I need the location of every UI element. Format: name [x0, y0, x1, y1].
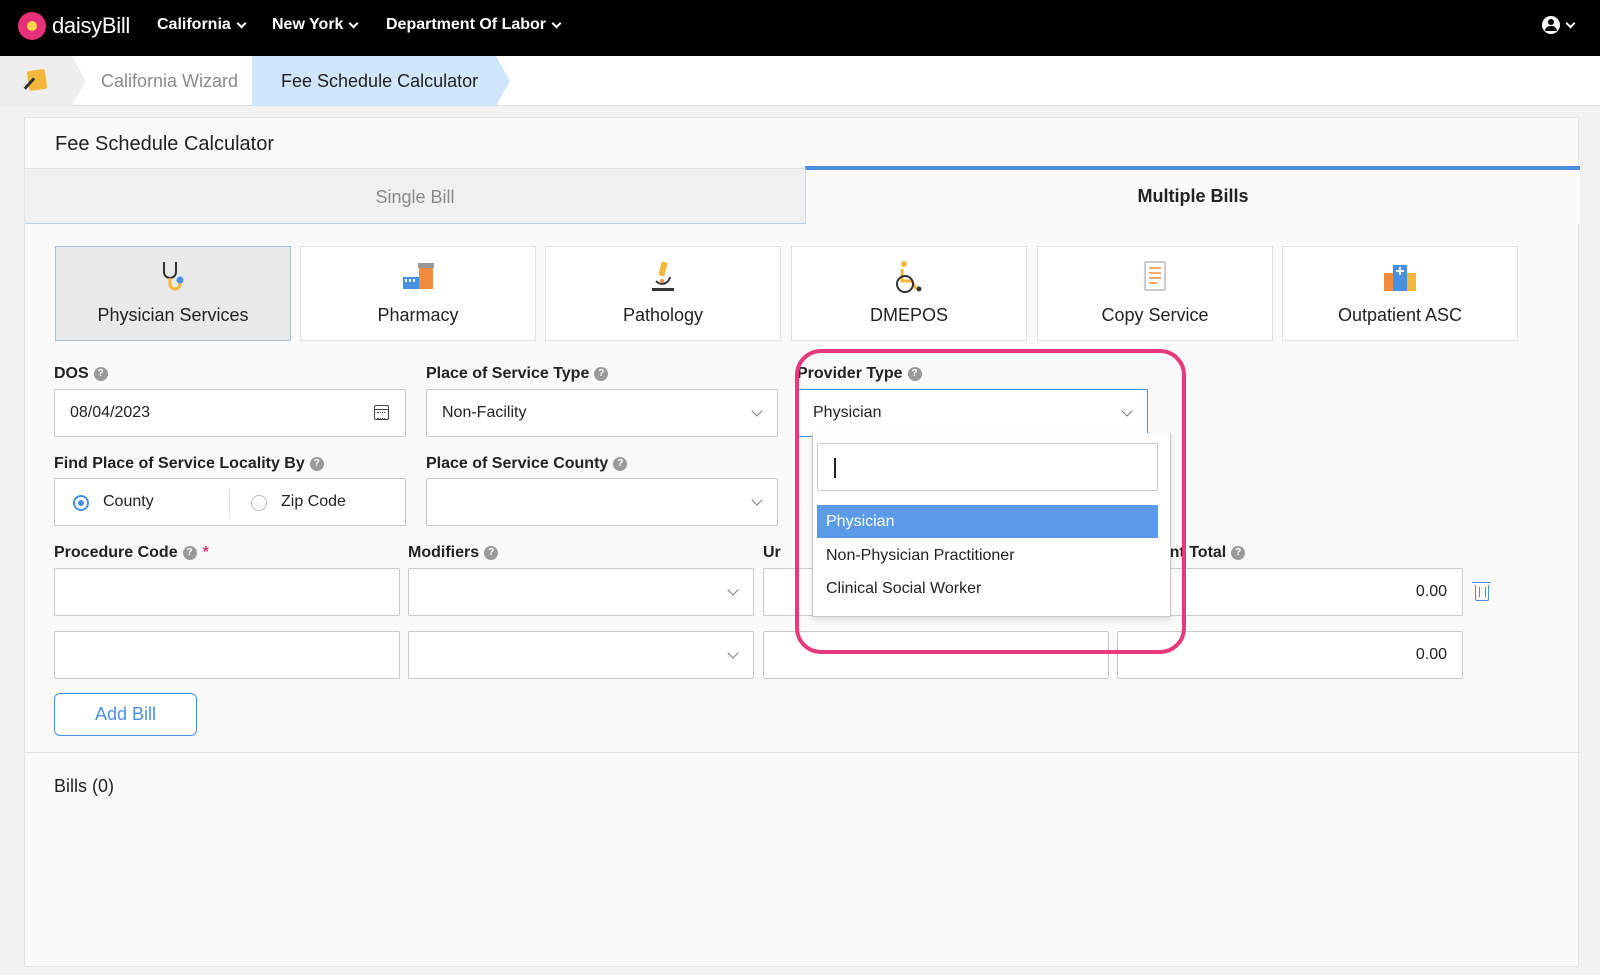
trash-icon[interactable]	[1472, 582, 1491, 601]
service-tile-label: Outpatient ASC	[1337, 305, 1463, 325]
procedure-code-label: Procedure Code? *	[54, 544, 209, 562]
brand-name: daisyBill	[52, 13, 130, 38]
highlight-ring	[795, 349, 1186, 654]
place-of-service-county-select[interactable]	[426, 478, 778, 526]
service-tile-dmepos[interactable]: DMEPOS	[791, 246, 1027, 341]
modifiers-label-text: Modifiers	[408, 544, 480, 561]
place-of-service-type-value: Non-Facility	[442, 404, 527, 421]
modifiers-select[interactable]	[408, 631, 754, 679]
service-tile-label: Copy Service	[1101, 305, 1209, 325]
radio-zip-code[interactable]	[251, 495, 267, 511]
chevron-down-icon	[751, 405, 763, 417]
radio-county[interactable]	[73, 495, 89, 511]
place-of-service-county-label-text: Place of Service County	[426, 455, 609, 472]
nav-menu-department-of-labor[interactable]: Department Of Labor	[386, 16, 562, 34]
wheelchair-icon	[896, 261, 922, 293]
calendar-icon[interactable]	[374, 405, 389, 420]
help-icon[interactable]: ?	[1231, 546, 1246, 560]
breadcrumb-separator	[72, 56, 86, 106]
help-icon[interactable]: ?	[93, 367, 108, 381]
page-title: Fee Schedule Calculator	[55, 133, 275, 155]
document-icon	[1144, 261, 1166, 291]
help-icon[interactable]: ?	[182, 546, 197, 560]
microscope-icon	[652, 261, 674, 291]
dos-label-text: DOS	[54, 365, 89, 382]
help-icon[interactable]: ?	[613, 457, 628, 471]
place-of-service-type-label: Place of Service Type?	[426, 365, 609, 383]
modifiers-label: Modifiers?	[408, 544, 499, 562]
stethoscope-icon	[163, 262, 184, 291]
dos-date-field[interactable]: 08/04/2023	[54, 389, 406, 437]
service-tile-copy-service[interactable]: Copy Service	[1037, 246, 1273, 341]
find-locality-label: Find Place of Service Locality By?	[54, 455, 324, 473]
chevron-down-icon	[727, 584, 739, 596]
top-navigation-bar: daisyBill California New York Department…	[0, 0, 1600, 56]
procedure-code-label-text: Procedure Code	[54, 544, 178, 561]
help-icon[interactable]: ?	[484, 546, 499, 560]
nav-menu-label: New York	[272, 16, 344, 33]
service-tile-physician-services[interactable]: Physician Services	[55, 246, 291, 341]
modifiers-select[interactable]	[408, 568, 754, 616]
breadcrumb-home[interactable]	[0, 56, 72, 106]
hospital-icon	[1384, 265, 1416, 291]
service-tile-label: DMEPOS	[869, 305, 948, 325]
place-of-service-type-select[interactable]: Non-Facility	[426, 389, 778, 437]
radio-divider	[229, 489, 230, 517]
payment-total-value: 0.00	[1415, 583, 1447, 600]
units-label-text: Ur	[763, 544, 781, 561]
chevron-down-icon	[551, 18, 562, 28]
dos-value: 08/04/2023	[70, 404, 151, 421]
bills-count: Bills (0)	[54, 776, 115, 796]
required-mark: *	[202, 544, 209, 561]
service-tile-outpatient-asc[interactable]: Outpatient ASC	[1282, 246, 1518, 341]
chevron-down-icon	[727, 647, 739, 659]
procedure-code-input[interactable]	[54, 568, 400, 616]
user-avatar-icon	[1542, 16, 1560, 34]
tab-multiple-bills[interactable]: Multiple Bills	[805, 166, 1580, 224]
daisy-logo-icon	[18, 12, 46, 40]
pencil-icon	[26, 68, 48, 92]
radio-county-label[interactable]: County	[103, 493, 154, 511]
breadcrumb: California Wizard Fee Schedule Calculato…	[0, 56, 1600, 106]
units-label: Ur	[763, 544, 781, 562]
payment-total-value: 0.00	[1415, 646, 1447, 663]
breadcrumb-separator	[496, 56, 510, 106]
user-menu[interactable]	[1542, 16, 1576, 34]
dos-label: DOS?	[54, 365, 108, 383]
help-icon[interactable]: ?	[309, 457, 324, 471]
nav-menu-california[interactable]: California	[157, 16, 247, 34]
place-of-service-county-label: Place of Service County?	[426, 455, 628, 473]
section-divider	[25, 752, 1580, 753]
procedure-code-input[interactable]	[54, 631, 400, 679]
chevron-down-icon	[348, 18, 359, 28]
service-tile-pathology[interactable]: Pathology	[545, 246, 781, 341]
breadcrumb-item-fee-schedule-calculator: Fee Schedule Calculator	[281, 71, 479, 91]
nav-menu-new-york[interactable]: New York	[272, 16, 359, 34]
service-tile-label: Pathology	[622, 305, 704, 325]
nav-menu-label: Department Of Labor	[386, 16, 547, 33]
chevron-down-icon	[1565, 18, 1576, 28]
tab-single-bill[interactable]: Single Bill	[25, 168, 805, 224]
radio-zip-code-label[interactable]: Zip Code	[281, 493, 346, 511]
service-tile-label: Physician Services	[97, 305, 249, 325]
breadcrumb-item-california-wizard[interactable]: California Wizard	[101, 71, 238, 92]
chevron-down-icon	[751, 494, 763, 506]
pharmacy-icon	[403, 263, 434, 289]
find-locality-label-text: Find Place of Service Locality By	[54, 455, 305, 472]
help-icon[interactable]: ?	[594, 367, 609, 381]
chevron-down-icon	[236, 18, 247, 28]
nav-menu-label: California	[157, 16, 231, 33]
find-locality-radio-group: County Zip Code	[54, 478, 406, 526]
service-tile-label: Pharmacy	[377, 305, 459, 325]
daisybill-logo[interactable]: daisyBill	[18, 12, 130, 40]
place-of-service-type-label-text: Place of Service Type	[426, 365, 590, 382]
add-bill-button[interactable]: Add Bill	[54, 693, 197, 736]
service-tile-pharmacy[interactable]: Pharmacy	[300, 246, 536, 341]
